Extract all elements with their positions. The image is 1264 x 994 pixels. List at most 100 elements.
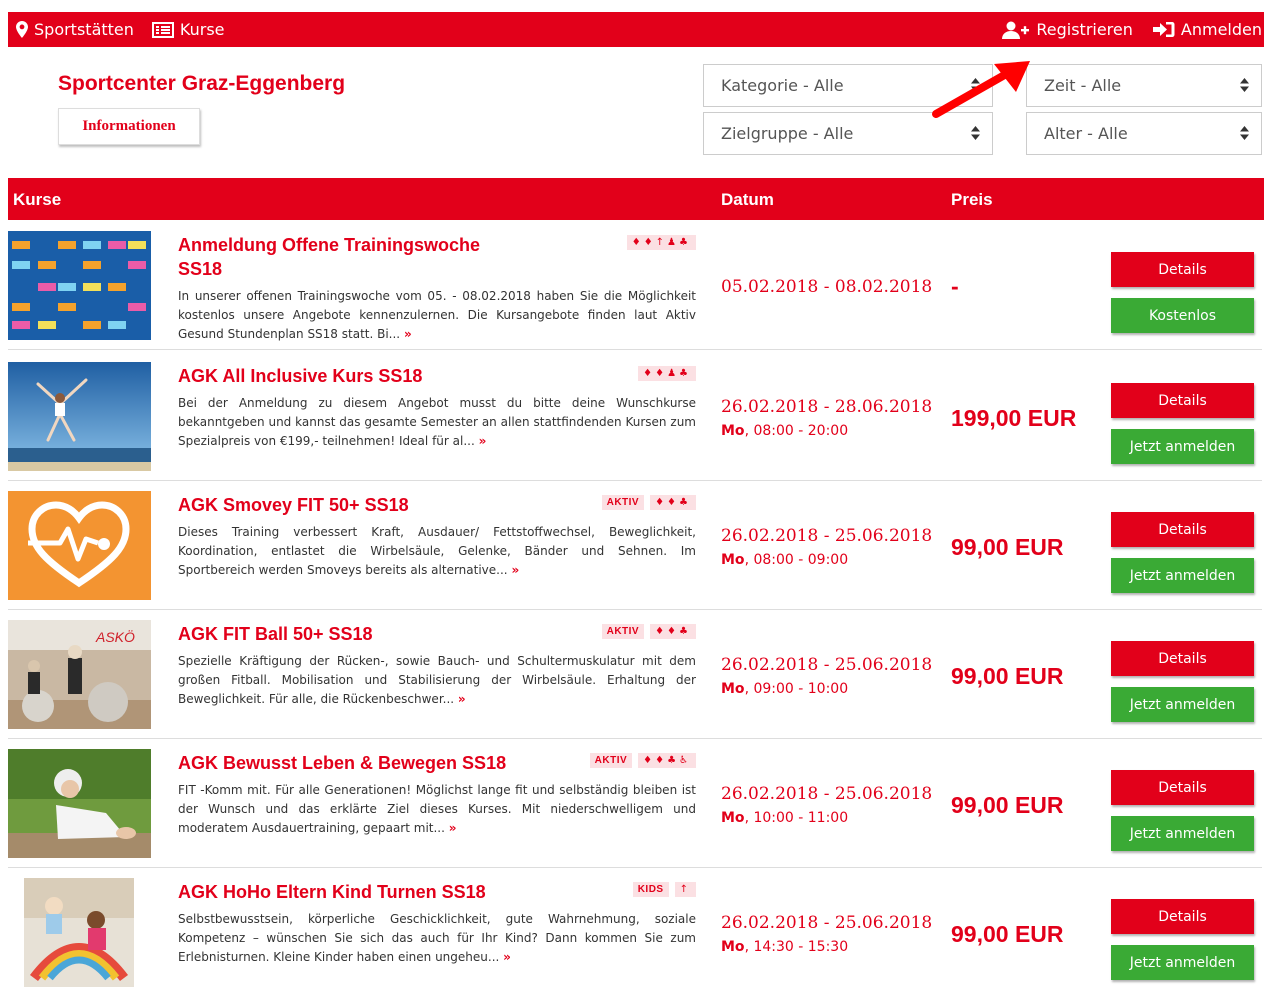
course-date: 26.02.2018 - 25.06.2018 <box>721 655 933 675</box>
course-time: Mo, 08:00 - 09:00 <box>721 552 849 568</box>
course-price: 99,00 EUR <box>951 663 1064 689</box>
course-image-schedule[interactable] <box>8 231 151 340</box>
read-more-link[interactable]: » <box>479 434 487 448</box>
course-time: Mo, 08:00 - 20:00 <box>721 423 849 439</box>
course-time: Mo, 10:00 - 11:00 <box>721 810 849 826</box>
page-title: Sportcenter Graz-Eggenberg <box>58 72 346 95</box>
course-title[interactable]: AGK All Inclusive Kurs SS18 <box>178 364 508 388</box>
course-row: Anmeldung Offene Trainingswoche SS18 ♦♦↑… <box>8 221 1262 350</box>
course-price: 99,00 EUR <box>951 534 1064 560</box>
jetzt-anmelden-button[interactable]: Jetzt anmelden <box>1111 945 1254 980</box>
top-navbar: Sportstätten Kurse Registrieren Anmelden <box>8 12 1264 47</box>
course-row: AGK Smovey FIT 50+ SS18 AKTIV ♦♦♣ Dieses… <box>8 481 1262 610</box>
nav-sportstaetten-label: Sportstätten <box>34 20 134 39</box>
zielgruppe-select-value: Zielgruppe - Alle <box>721 124 854 143</box>
read-more-link[interactable]: » <box>449 821 457 835</box>
course-price: 99,00 EUR <box>951 792 1064 818</box>
details-button[interactable]: Details <box>1111 383 1254 418</box>
course-row: AGK All Inclusive Kurs SS18 ♦♦♟♣ Bei der… <box>8 352 1262 481</box>
kategorie-select-value: Kategorie - Alle <box>721 76 844 95</box>
nav-anmelden-label: Anmelden <box>1180 20 1262 39</box>
course-description: In unserer offenen Trainingswoche vom 05… <box>178 289 696 341</box>
course-description: Dieses Training verbessert Kraft, Ausdau… <box>178 525 696 577</box>
course-tags: ♦♦♟♣ <box>638 366 696 381</box>
nav-anmelden[interactable]: Anmelden <box>1152 20 1262 39</box>
course-description: FIT -Komm mit. Für alle Generationen! Mö… <box>178 783 696 835</box>
zeit-select[interactable]: Zeit - Alle <box>1026 64 1262 107</box>
annotation-arrow-icon <box>932 61 1030 118</box>
aktiv-badge: AKTIV <box>601 624 645 639</box>
course-title[interactable]: AGK Bewusst Leben & Bewegen SS18 <box>178 751 508 775</box>
sort-arrows-icon <box>1240 78 1249 92</box>
course-time: Mo, 09:00 - 10:00 <box>721 681 849 697</box>
course-image-fitball[interactable]: ASKÖ <box>8 620 151 729</box>
course-image-kids[interactable] <box>24 878 134 987</box>
course-description: Selbstbewusstsein, körperliche Geschickl… <box>178 912 696 964</box>
user-plus-icon <box>1002 21 1030 39</box>
audience-icons: ♦♦♟♣ <box>638 366 696 381</box>
course-image-stretching[interactable] <box>8 749 151 858</box>
details-button[interactable]: Details <box>1111 770 1254 805</box>
course-tags: ♦♦↑♟♣ <box>626 235 696 250</box>
course-price: 199,00 EUR <box>951 405 1077 431</box>
sort-arrows-icon <box>971 126 980 140</box>
course-date: 26.02.2018 - 25.06.2018 <box>721 526 933 546</box>
alter-select-value: Alter - Alle <box>1044 124 1128 143</box>
course-image-heart[interactable] <box>8 491 151 600</box>
sign-in-icon <box>1152 22 1175 37</box>
course-date: 26.02.2018 - 25.06.2018 <box>721 913 933 933</box>
course-row: AGK Bewusst Leben & Bewegen SS18 AKTIV ♦… <box>8 739 1262 868</box>
map-marker-icon <box>16 21 28 38</box>
nav-registrieren-label: Registrieren <box>1036 20 1133 39</box>
course-title[interactable]: Anmeldung Offene Trainingswoche SS18 <box>178 233 508 281</box>
course-image-jump[interactable] <box>8 362 151 471</box>
jetzt-anmelden-button[interactable]: Jetzt anmelden <box>1111 558 1254 593</box>
info-button[interactable]: Informationen <box>58 108 200 145</box>
nav-kurse-label: Kurse <box>179 20 225 39</box>
read-more-link[interactable]: » <box>511 563 519 577</box>
details-button[interactable]: Details <box>1111 252 1254 287</box>
course-title[interactable]: AGK FIT Ball 50+ SS18 <box>178 622 508 646</box>
nav-kurse[interactable]: Kurse <box>151 20 225 39</box>
course-description: Spezielle Kräftigung der Rücken-, sowie … <box>178 654 696 706</box>
course-date: 26.02.2018 - 28.06.2018 <box>721 397 933 417</box>
course-price: - <box>951 273 959 299</box>
zeit-select-value: Zeit - Alle <box>1044 76 1122 95</box>
read-more-link[interactable]: » <box>458 692 466 706</box>
alter-select[interactable]: Alter - Alle <box>1026 112 1262 155</box>
course-date: 26.02.2018 - 25.06.2018 <box>721 784 933 804</box>
jetzt-anmelden-button[interactable]: Jetzt anmelden <box>1111 687 1254 722</box>
jetzt-anmelden-button[interactable]: Jetzt anmelden <box>1111 816 1254 851</box>
col-datum: Datum <box>721 190 774 209</box>
course-price: 99,00 EUR <box>951 921 1064 947</box>
sort-arrows-icon <box>1240 126 1249 140</box>
course-title[interactable]: AGK HoHo Eltern Kind Turnen SS18 <box>178 880 508 904</box>
details-button[interactable]: Details <box>1111 899 1254 934</box>
audience-icons: ♦♦♣ <box>650 495 696 510</box>
col-kurse: Kurse <box>13 190 62 209</box>
course-tags: AKTIV ♦♦♣ <box>601 495 696 510</box>
audience-icons: ↑ <box>674 882 696 897</box>
col-preis: Preis <box>951 190 993 209</box>
nav-registrieren[interactable]: Registrieren <box>1002 20 1133 39</box>
course-title[interactable]: AGK Smovey FIT 50+ SS18 <box>178 493 508 517</box>
details-button[interactable]: Details <box>1111 641 1254 676</box>
course-tags: KIDS ↑ <box>632 882 696 897</box>
course-time: Mo, 14:30 - 15:30 <box>721 939 849 955</box>
list-icon <box>151 21 174 38</box>
course-tags: AKTIV ♦♦♣♿ <box>589 753 696 768</box>
table-header: Kurse Datum Preis <box>8 178 1264 220</box>
course-row: ASKÖ AGK FIT Ball 50+ SS18 AKTIV ♦♦♣ Spe… <box>8 610 1262 739</box>
read-more-link[interactable]: » <box>404 327 412 341</box>
audience-icons: ♦♦♣ <box>650 624 696 639</box>
read-more-link[interactable]: » <box>503 950 511 964</box>
audience-icons: ♦♦♣♿ <box>638 753 696 768</box>
kostenlos-button[interactable]: Kostenlos <box>1111 298 1254 333</box>
aktiv-badge: AKTIV <box>589 753 633 768</box>
jetzt-anmelden-button[interactable]: Jetzt anmelden <box>1111 429 1254 464</box>
nav-sportstaetten[interactable]: Sportstätten <box>16 20 134 39</box>
details-button[interactable]: Details <box>1111 512 1254 547</box>
course-description: Bei der Anmeldung zu diesem Angebot muss… <box>178 396 696 448</box>
course-tags: AKTIV ♦♦♣ <box>601 624 696 639</box>
course-row: AGK HoHo Eltern Kind Turnen SS18 KIDS ↑ … <box>8 868 1262 994</box>
